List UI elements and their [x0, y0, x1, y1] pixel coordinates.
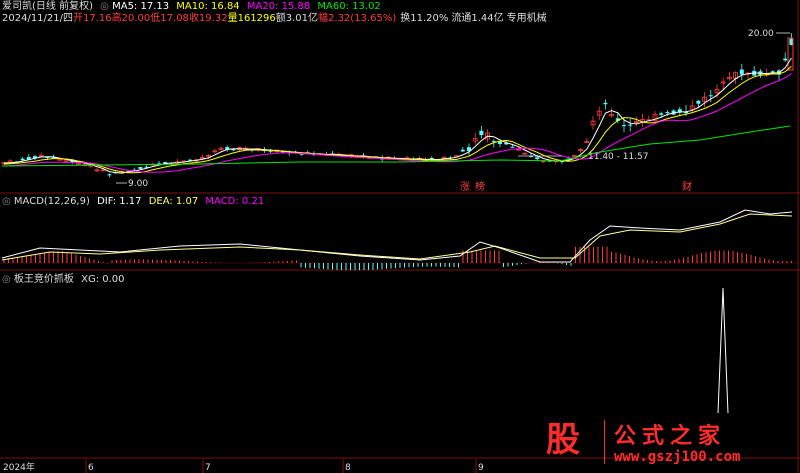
candle-body [739, 69, 744, 75]
candle-body [510, 146, 515, 148]
close-price: 收19.32 [188, 13, 228, 24]
low-price-label: 9.00 [128, 179, 148, 189]
candle-body [138, 166, 143, 169]
high-price: 高20.00 [111, 13, 151, 24]
watermark-logo: 股 [546, 420, 580, 460]
dif-line [1, 209, 793, 263]
stock-name[interactable]: 爱司凯(日线 前复权) [2, 1, 93, 12]
chart-canvas[interactable]: 20.00 9.00 11.40 - 11.57 涨 榜 财 2024年 6 7… [0, 0, 800, 473]
candle-body [231, 149, 236, 151]
ma-line [3, 57, 792, 174]
xg-signal-line [717, 287, 729, 414]
dea-line [1, 213, 793, 261]
limit-up-tag[interactable]: 涨 [460, 181, 470, 193]
ma-line [3, 73, 792, 173]
ma5-value: MA5: 17.13 [112, 1, 170, 12]
ma20-value: MA20: 15.88 [246, 1, 311, 12]
candle-body [659, 113, 664, 115]
candle-body [20, 158, 25, 161]
candle-body [460, 149, 465, 152]
time-axis-label: 9 [478, 463, 484, 473]
watermark-divider [604, 420, 605, 464]
time-axis-label: 8 [345, 463, 351, 473]
change-value: 幅2.32(13.65%) [318, 13, 397, 24]
ma-legend: 爱司凯(日线 前复权) ◎ MA5: 17.13 MA10: 16.84 MA2… [2, 1, 381, 12]
indicator-title[interactable]: 板王竞价抓板 [14, 274, 74, 285]
watermark-name: 公式之家 [614, 424, 727, 449]
candle-body [696, 100, 701, 104]
candlestick-series[interactable] [1, 32, 794, 178]
ma10-value: MA10: 16.84 [176, 1, 240, 12]
volume-value: 量161296 [227, 13, 276, 24]
time-axis-label: 2024年 [3, 461, 35, 473]
candle-body [628, 124, 633, 126]
candle-body [603, 102, 608, 105]
float-cap-value: 流通1.44亿 [451, 13, 504, 24]
xg-value: XG: 0.00 [81, 274, 125, 285]
indicator-legend: ◎ 板王竞价抓板 XG: 0.00 [2, 274, 125, 285]
macd-legend: ◎ MACD(12,26,9) DIF: 1.17 DEA: 1.07 MACD… [2, 196, 265, 207]
turnover-value: 换11.20% [400, 13, 449, 24]
candle-body [491, 140, 496, 142]
ma-line [3, 66, 792, 174]
ma60-value: MA60: 13.02 [317, 1, 381, 12]
low-price: 低17.08 [150, 13, 189, 24]
xg-spike [717, 287, 729, 414]
quote-summary: 2024/11/21/四开17.16高20.00低17.08收19.32量161… [2, 13, 547, 25]
candle-body [783, 58, 788, 61]
macd-title[interactable]: MACD(12,26,9) [14, 196, 90, 207]
candle-body [479, 130, 484, 135]
candle-body [622, 125, 626, 127]
candle-body [770, 71, 775, 73]
candle-body [665, 112, 670, 114]
time-axis-label: 6 [88, 463, 94, 473]
watermark-url: www.gszj100.com [614, 449, 741, 465]
candle-body [535, 157, 540, 160]
moving-average-lines [1, 57, 792, 174]
high-price-label: 20.00 [748, 29, 774, 39]
amount-value: 额3.01亿 [275, 13, 319, 24]
candle-body [708, 95, 713, 97]
candle-body [107, 174, 112, 176]
watermark: 股 公式之家 www.gszj100.com [532, 416, 772, 468]
ma-line [1, 125, 791, 167]
time-axis-label: 7 [205, 463, 211, 473]
quote-date: 2024/11/21/四 [2, 13, 74, 24]
range-label: 11.40 - 11.57 [588, 152, 649, 162]
macd-value: MACD: 0.21 [205, 196, 265, 207]
dif-value: DIF: 1.17 [97, 196, 142, 207]
finance-tag[interactable]: 财 [682, 180, 692, 193]
open-price: 开17.16 [73, 13, 112, 24]
sector-value: 专用机械 [506, 13, 547, 24]
dea-value: DEA: 1.07 [148, 196, 199, 207]
rank-tag[interactable]: 榜 [475, 180, 485, 193]
macd-lines [1, 209, 793, 263]
